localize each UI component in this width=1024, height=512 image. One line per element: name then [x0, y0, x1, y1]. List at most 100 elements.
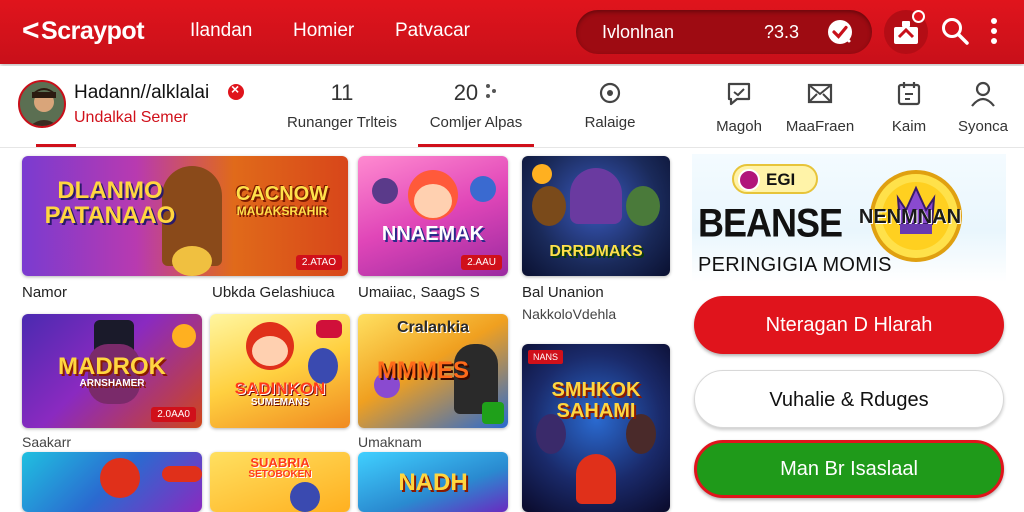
- game-tile-7-title: SMHKOK SAHAMI: [522, 380, 670, 422]
- game-tile-1[interactable]: DLANMO PATANAAO CACNOW MAUAKSRAHIR 2.ATA…: [22, 156, 348, 276]
- game-tile-7-title-line1: SMHKOK: [551, 379, 641, 401]
- side-character: [470, 176, 496, 202]
- game-tile-6-title-top: Cralankia: [396, 319, 470, 336]
- side-character: [372, 178, 398, 204]
- character-figure: [290, 482, 320, 512]
- game-tile-6[interactable]: Cralankia MMMES: [358, 314, 508, 428]
- top-app-bar: < Scraypot Ilandan Homier Patvacar Ivlon…: [0, 0, 1024, 64]
- app-logo[interactable]: < Scraypot: [22, 14, 145, 48]
- stat-2[interactable]: 20 Comljer Alpas: [418, 78, 534, 131]
- game-tile-1-title-line1: DLANMO: [57, 177, 163, 204]
- tertiary-action-button[interactable]: Man Br Isaslaal: [694, 440, 1004, 498]
- game-tile-1-title-line2: PATANAAO: [44, 202, 176, 230]
- quick-link-mail[interactable]: MaaFraen: [780, 80, 860, 135]
- quick-link-calendar[interactable]: Kaim: [869, 80, 949, 135]
- game-tile-1-tag: 2.ATAO: [295, 255, 342, 270]
- avatar[interactable]: [18, 80, 66, 128]
- kebab-menu-icon[interactable]: [986, 16, 1002, 46]
- game-tile-10-title: NADH: [358, 470, 508, 495]
- game-tile-1-title-b-line2: MAUAKSRAHIR: [236, 204, 328, 218]
- profile-subtitle[interactable]: Undalkal Semer: [74, 109, 188, 127]
- game-tile-5-title-line1: SADINKON: [234, 379, 326, 398]
- stat-2-value: 20: [453, 80, 479, 105]
- active-tab-indicator: [36, 144, 76, 147]
- game-tile-3-caption[interactable]: Umaiiac, SaagS S: [358, 284, 480, 301]
- promo-banner[interactable]: EGI BEANSE NENMNAN PERINGIGIA MOMIS: [692, 154, 1006, 282]
- profile-name: Hadann//alklalai: [74, 82, 210, 103]
- coin: [532, 164, 552, 184]
- status-badge-icon: [228, 81, 244, 100]
- game-tile-2-caption[interactable]: Ubkda Gelashiuca: [212, 284, 335, 301]
- game-tile-3[interactable]: DRRDMAKS: [522, 156, 670, 276]
- stat-1-value: 11: [330, 80, 354, 105]
- back-chevron-icon[interactable]: <: [22, 16, 40, 46]
- user-icon: [971, 81, 995, 107]
- game-tile-4-title: MADROK ARNSHAMER: [22, 354, 202, 390]
- rocket: [162, 466, 202, 482]
- game-tile-9-title-line1: SUABRIA: [250, 455, 310, 470]
- hero-figure: [570, 168, 622, 224]
- game-tile-4-tag: 2.0AA0: [151, 407, 196, 422]
- calendar-icon: [897, 82, 921, 106]
- game-tile-5[interactable]: SADINKON SUMEMANS: [210, 314, 350, 428]
- game-tile-1-caption[interactable]: Namor: [22, 284, 67, 301]
- nav-link-3[interactable]: Patvacar: [395, 20, 470, 42]
- verified-check-icon[interactable]: [826, 18, 854, 46]
- search-icon[interactable]: [940, 16, 970, 46]
- game-tile-4-title-line1: MADROK: [58, 353, 166, 380]
- game-tile-2[interactable]: NNAEMAK 2.AAU: [358, 156, 508, 276]
- search-bar[interactable]: Ivlonlnan ?3.3: [576, 10, 872, 54]
- stat-3[interactable]: Ralaige: [562, 78, 658, 131]
- promo-headline: BEANSE: [698, 200, 843, 246]
- profile-bar: Hadann//alklalai Undalkal Semer 11 Runan…: [0, 66, 1024, 148]
- primary-action-button[interactable]: Nteragan D Hlarah: [694, 296, 1004, 354]
- game-tile-8[interactable]: [22, 452, 202, 512]
- notification-badge: [912, 10, 925, 23]
- quick-link-calendar-label: Kaim: [891, 118, 927, 135]
- game-tile-6-title: MMMES: [377, 357, 469, 384]
- game-tile-9[interactable]: SUABRIA SETOBOKEN: [210, 452, 350, 512]
- quick-link-chat[interactable]: Magoh: [699, 80, 779, 135]
- game-tile-7-title-line2: SAHAMI: [556, 400, 636, 422]
- green-box: [482, 402, 504, 424]
- game-tile-6-caption[interactable]: Umaknam: [358, 434, 422, 450]
- nav-link-2[interactable]: Homier: [293, 20, 354, 42]
- game-tile-5-title: SADINKON SUMEMANS: [210, 380, 350, 408]
- secondary-action-button[interactable]: Vuhalie & Rduges: [694, 370, 1004, 428]
- game-tile-3-title: DRRDMAKS: [549, 243, 643, 260]
- character-face: [252, 336, 288, 366]
- stat-2-underline: [418, 144, 534, 147]
- quick-link-mail-label: MaaFraen: [785, 118, 855, 135]
- game-tile-10[interactable]: NADH: [358, 452, 508, 512]
- candy-icon: [316, 320, 342, 338]
- dice-icon: [486, 84, 497, 98]
- game-tile-7-tag: NANS: [528, 350, 564, 364]
- game-tile-2-title: NNAEMAK: [381, 223, 485, 245]
- game-tile-5-title-line2: SUMEMANS: [250, 396, 310, 408]
- quick-link-user[interactable]: Syonca: [943, 80, 1023, 135]
- game-tile-1-title: DLANMO PATANAAO: [30, 177, 190, 230]
- stat-1[interactable]: 11 Runanger Trlteis: [276, 78, 408, 131]
- promo-pill-text: EGI: [766, 170, 796, 189]
- quick-link-chat-label: Magoh: [716, 118, 762, 135]
- promo-pill: EGI: [732, 164, 818, 194]
- stat-2-value-row: 20: [418, 78, 534, 108]
- game-tile-10-title-line1: NADH: [398, 469, 468, 496]
- chat-icon: [727, 82, 751, 106]
- game-tile-7[interactable]: SMHKOK SAHAMI NANS: [522, 344, 670, 512]
- character-face: [414, 184, 452, 218]
- promo-subtitle: PERINGIGIA MOMIS: [698, 254, 892, 276]
- game-tile-4-caption[interactable]: Saakarr: [22, 434, 71, 450]
- hero-figure: [576, 454, 616, 504]
- target-icon: [599, 82, 621, 104]
- game-tile-3-caption-b[interactable]: Bal Unanion: [522, 284, 604, 301]
- game-tile-4[interactable]: MADROK ARNSHAMER 2.0AA0: [22, 314, 202, 428]
- game-tile-7-caption[interactable]: NakkoloVdehla: [522, 306, 616, 322]
- quick-link-user-label: Syonca: [957, 118, 1009, 135]
- gift-icon: [894, 21, 918, 44]
- game-tile-1-title-b-line1: CACNOW: [235, 183, 329, 205]
- stat-2-label: Comljer Alpas: [429, 114, 523, 131]
- nav-link-1[interactable]: Ilandan: [190, 20, 252, 42]
- search-input[interactable]: Ivlonlnan: [602, 22, 674, 43]
- orc-figure: [626, 186, 660, 226]
